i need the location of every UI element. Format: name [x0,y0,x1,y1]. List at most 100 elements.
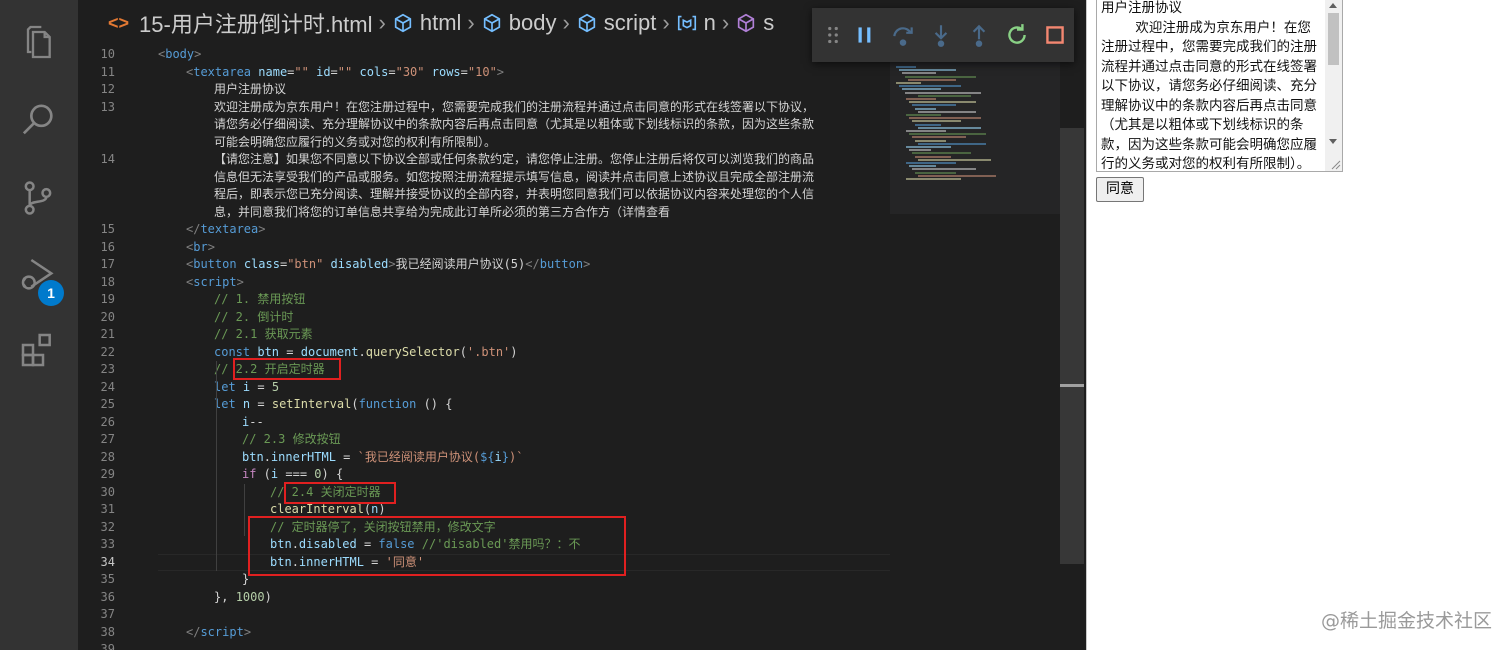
minimap-line [906,162,956,164]
code-token: ( [459,344,467,359]
breadcrumb-item-body[interactable]: body [481,10,556,36]
code-text: 用户注册协议 [214,81,286,99]
code-token: function [358,397,417,411]
code-line[interactable]: 27 // 2.3 修改按钮 [78,431,890,449]
code-line[interactable]: 17 <button class="btn" disabled>我已经阅读用户协议… [78,256,890,274]
minimap-line [909,101,976,104]
minimap-line [915,171,956,174]
code-editor[interactable]: <> 15-用户注册倒计时.html › html › body › scrip… [78,0,1086,650]
code-token: ( [351,397,359,411]
code-line[interactable]: 18 <script> [78,274,890,292]
code-line[interactable]: 28 btn.innerHTML = `我已经阅读用户协议(${i})` [78,449,890,467]
breadcrumb-item-script[interactable]: script [576,10,656,36]
watermark: @稀土掘金技术社区 [1320,610,1492,632]
source-control-icon[interactable] [18,178,58,218]
line-number: 33 [100,537,115,551]
code-line[interactable]: 12 用户注册协议 [78,81,890,99]
code-line[interactable]: 息，并同意我们将您的订单信息共享给为完成此订单所必须的第三方合作方（详情查看 [78,204,890,222]
code-line[interactable]: 30// 2.4 关闭定时器 [78,484,890,502]
code-text: </textarea> [186,221,265,239]
code-line[interactable]: 24 let i = 5 [78,379,890,397]
code-text: }, 1000) [214,589,272,607]
code-line[interactable]: 36}, 1000) [78,589,890,607]
code-line[interactable]: 15 </textarea> [78,221,890,239]
breadcrumb-item-s[interactable]: s [735,10,774,36]
step-out-button[interactable] [960,15,998,55]
textarea-scroll-thumb[interactable] [1328,13,1339,65]
stop-button[interactable] [1036,15,1074,55]
line-number: 26 [100,414,115,429]
pause-button[interactable] [846,15,884,55]
restart-icon [1008,24,1026,44]
code-line[interactable]: 21 // 2.1 获取元素 [78,326,890,344]
minimap[interactable] [890,62,1060,214]
code-token: 可能会明确您应履行的义务或对您的权利有所限制）。 [214,134,497,149]
code-line[interactable]: 19 // 1. 禁用按钮 [78,291,890,309]
scrollbar-thumb[interactable] [1060,128,1084,564]
minimap-line [909,117,981,120]
minimap-line [906,114,941,116]
code-line[interactable]: 程后，即表示您已充分阅读、理解并接受协议的全部内容，并表明您同意我们可以依据协议… [78,186,890,204]
code-line[interactable]: 可能会明确您应履行的义务或对您的权利有所限制）。 [78,134,890,152]
code-token: 程后，即表示您已充分阅读、理解并接受协议的全部内容，并表明您同意我们可以依据协议… [214,187,815,201]
scroll-down-arrow-icon[interactable] [1329,139,1337,144]
restart-button[interactable] [998,15,1036,55]
grip-icon [828,26,838,44]
line-number: 11 [100,64,115,79]
agree-button[interactable]: 同意 [1096,177,1144,202]
code-token: 我已经阅读用户协议(5) [395,257,526,271]
code-token: '.btn' [466,344,511,359]
code-line[interactable]: 14 【请您注意】如果您不同意以下协议全部或任何条款约定，请您停止注册。您停止注册… [78,151,890,169]
code-line[interactable]: 22 const btn = document.querySelector('.b… [78,344,890,362]
code-line[interactable]: 16 <br> [78,239,890,257]
drag-handle[interactable] [820,15,846,55]
code-line[interactable]: 请您务必仔细阅读、充分理解协议中的条款内容后再点击同意（尤其是以粗体或下划线标识… [78,116,890,134]
code-area[interactable]: 10 <body> 11 <textarea name="" id="" cols="… [78,46,890,650]
code-token: ) { [321,467,344,481]
agreement-textarea[interactable]: 用户注册协议 欢迎注册成为京东用户！在您注册过程中，您需要完成我们的注册流程并通… [1096,0,1343,172]
code-line[interactable]: 26 i-- [78,414,890,432]
minimap-line [915,155,951,158]
minimap-line [918,126,981,129]
code-line[interactable]: 38 </script> [78,624,890,642]
line-number: 31 [100,502,115,516]
debug-toolbar [812,8,1074,62]
code-line[interactable]: 信息但无法享受我们的产品或服务。如您按照注册流程提示填写信息，阅读并点击同意上述… [78,169,890,187]
breadcrumb-item-n[interactable]: n [676,10,716,36]
code-line[interactable]: 37 [78,606,890,624]
code-token: setInterval [271,397,352,411]
textarea-scrollbar[interactable] [1325,0,1342,171]
browser-preview: 用户注册协议 欢迎注册成为京东用户！在您注册过程中，您需要完成我们的注册流程并通… [1086,0,1512,650]
extensions-icon[interactable] [18,330,58,370]
breadcrumb-label: s [763,10,775,35]
code-line[interactable]: 29 if (i === 0) { [78,466,890,484]
chevron-right-icon: › [378,10,386,35]
minimap-line [906,178,961,180]
code-line[interactable]: 20 // 2. 倒计时 [78,309,890,327]
code-line[interactable]: 10 <body> [78,46,890,64]
breadcrumb-file[interactable]: 15-用户注册倒计时.html [139,7,372,39]
resize-grip-icon[interactable] [1327,156,1341,170]
step-into-button[interactable] [922,15,960,55]
code-line[interactable]: 39 [78,641,890,650]
step-over-button[interactable] [884,15,922,55]
code-token: = [335,449,358,464]
search-icon[interactable] [18,100,58,140]
cube-icon [483,13,500,33]
code-line[interactable]: 25 let n = setInterval(function () { [78,396,890,414]
breadcrumb-item-html[interactable]: html [392,10,461,36]
code-line[interactable]: 23// 2.2 开启定时器 [78,361,890,379]
line-number: 10 [100,47,115,61]
code-token: </ [186,222,201,236]
code-token: > [194,47,202,61]
code-text: <script> [186,274,244,292]
code-line[interactable]: 13 欢迎注册成为京东用户！在您注册过程中，您需要完成我们的注册流程并通过点击同意… [78,99,890,117]
code-token: = [279,344,301,359]
explorer-icon[interactable] [18,22,58,62]
textarea-content: 用户注册协议 欢迎注册成为京东用户！在您注册过程中，您需要完成我们的注册流程并通… [1101,0,1317,172]
code-token: = [460,64,468,79]
code-token: = [250,379,272,394]
code-line[interactable]: 11 <textarea name="" id="" cols="30" rows… [78,64,890,82]
line-number: 21 [100,327,115,341]
scroll-up-arrow-icon[interactable] [1329,3,1337,8]
